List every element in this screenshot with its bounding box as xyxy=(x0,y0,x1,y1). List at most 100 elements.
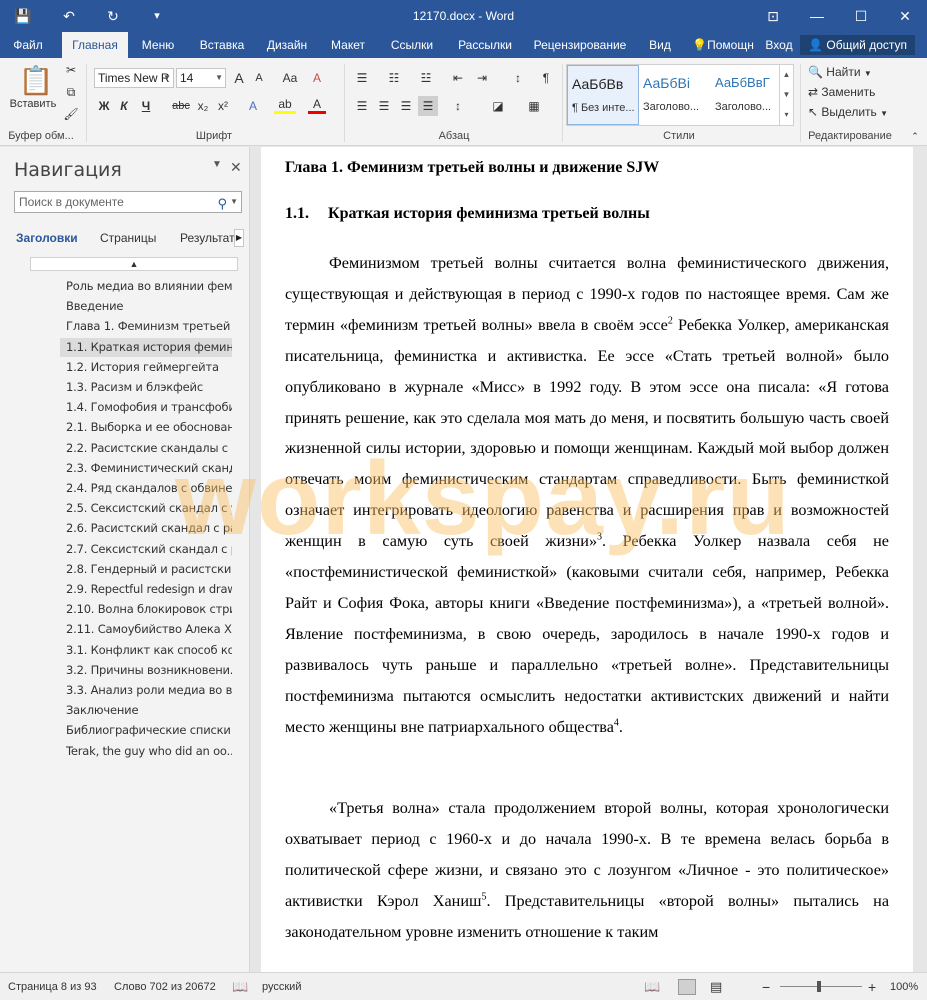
nav-heading-item[interactable]: Глава 1. Феминизм третьей в... xyxy=(60,317,232,336)
nav-tab-headings[interactable]: Заголовки xyxy=(16,231,78,245)
clipboard-icon[interactable]: 📋 xyxy=(18,64,54,98)
document-page[interactable]: Глава 1. Феминизм третьей волны и движен… xyxy=(261,147,913,972)
copy-icon[interactable]: ⧉ xyxy=(62,82,80,102)
font-name-combo[interactable]: Times New R ▼ xyxy=(94,68,174,88)
clear-formatting-button[interactable]: A xyxy=(308,68,326,88)
zoom-out-button[interactable]: − xyxy=(762,973,770,1000)
zoom-slider-thumb[interactable] xyxy=(817,981,821,992)
find-button[interactable]: 🔍 Найти ▼ xyxy=(808,62,888,82)
nav-heading-item[interactable]: 3.2. Причины возникновени... xyxy=(60,661,232,680)
tab-design[interactable]: Дизайн xyxy=(260,32,314,58)
nav-heading-item[interactable]: 2.2. Расистские скандалы с р... xyxy=(60,439,232,458)
paste-button[interactable]: Вставить xyxy=(6,94,60,114)
language-indicator[interactable]: русский xyxy=(262,973,301,1000)
nav-heading-item[interactable]: 2.5. Сексистский скандал с у... xyxy=(60,499,232,518)
tab-home[interactable]: Главная xyxy=(62,32,128,58)
close-icon[interactable]: ✕ xyxy=(883,0,927,32)
nav-heading-item[interactable]: 1.3. Расизм и блэкфейс xyxy=(60,378,232,397)
align-left-button[interactable]: ☰ xyxy=(352,96,372,116)
style-normal[interactable]: АаБбВв ¶ Без инте... xyxy=(567,65,639,125)
align-center-button[interactable]: ☰ xyxy=(374,96,394,116)
tab-view[interactable]: Вид xyxy=(640,32,680,58)
nav-heading-item[interactable]: Заключение xyxy=(60,701,232,720)
close-icon[interactable]: ✕ xyxy=(230,159,242,176)
bold-button[interactable]: Ж xyxy=(96,96,112,116)
nav-heading-item[interactable]: 1.1. Краткая история феминь... xyxy=(60,337,232,357)
nav-heading-item[interactable]: Введение xyxy=(60,297,232,316)
maximize-icon[interactable]: ☐ xyxy=(839,0,883,32)
underline-button[interactable]: Ч xyxy=(138,96,154,116)
search-icon[interactable]: ⚲ xyxy=(217,194,227,214)
page-count[interactable]: Страница 8 из 93 xyxy=(8,973,97,1000)
nav-heading-item[interactable]: 3.3. Анализ роли медиа во в... xyxy=(60,681,232,700)
zoom-in-button[interactable]: + xyxy=(868,973,876,1000)
tab-layout[interactable]: Макет xyxy=(324,32,372,58)
tab-mailings[interactable]: Рассылки xyxy=(450,32,520,58)
ribbon-display-options-icon[interactable]: ⊡ xyxy=(751,0,795,32)
style-heading-2[interactable]: АаБбВвГ Заголово... xyxy=(711,65,783,125)
styles-scroll[interactable]: ▲ ▼ ▾ xyxy=(779,65,793,125)
chevron-down-icon[interactable]: ▼ xyxy=(780,85,793,105)
minimize-icon[interactable]: — xyxy=(795,0,839,32)
numbering-button[interactable]: ☷ xyxy=(384,68,404,88)
nav-heading-item[interactable]: 2.9. Repectful redesign и draw... xyxy=(60,580,232,599)
nav-heading-item[interactable]: Библиографические списки xyxy=(60,721,232,740)
zoom-slider[interactable] xyxy=(780,986,862,987)
strikethrough-button[interactable]: abc xyxy=(170,96,192,116)
bullets-button[interactable]: ☰ xyxy=(352,68,372,88)
nav-heading-item[interactable]: 2.3. Феминистический сканд... xyxy=(60,459,232,478)
more-icon[interactable]: ▾ xyxy=(780,105,793,125)
line-spacing-button[interactable]: ↕ xyxy=(448,96,468,116)
nav-heading-item[interactable]: 2.1. Выборка и ее обосновани... xyxy=(60,418,232,437)
borders-button[interactable]: ▦ xyxy=(524,96,544,116)
shading-button[interactable]: ◪ xyxy=(488,96,508,116)
nav-heading-item[interactable]: Роль медиа во влиянии фем... xyxy=(60,277,232,296)
nav-tab-results[interactable]: Результате xyxy=(180,231,234,245)
shrink-font-button[interactable]: A xyxy=(250,68,268,88)
nav-heading-item[interactable]: Terak, the guy who did an oo... xyxy=(60,742,232,761)
read-mode-icon[interactable]: 📖 xyxy=(644,973,660,1000)
share-button[interactable]: 👤 Общий доступ xyxy=(800,35,915,55)
multilevel-list-button[interactable]: ☳ xyxy=(416,68,436,88)
nav-heading-item[interactable]: 2.8. Гендерный и расистский... xyxy=(60,560,232,579)
collapse-headings-button[interactable]: ▲ xyxy=(30,257,238,271)
show-marks-button[interactable]: ¶ xyxy=(536,68,556,88)
tab-review[interactable]: Рецензирование xyxy=(528,32,632,58)
web-layout-icon[interactable]: ▤ xyxy=(710,973,722,1000)
decrease-indent-button[interactable]: ⇤ xyxy=(448,68,468,88)
tab-insert[interactable]: Вставка xyxy=(192,32,252,58)
subscript-button[interactable]: x₂ xyxy=(194,96,212,116)
nav-heading-item[interactable]: 1.2. История геймергейта xyxy=(60,358,232,377)
chevron-right-icon[interactable]: ▶ xyxy=(234,229,244,247)
nav-heading-item[interactable]: 1.4. Гомофобия и трансфобия xyxy=(60,398,232,417)
font-size-combo[interactable]: 14 ▼ xyxy=(176,68,226,88)
nav-tab-pages[interactable]: Страницы xyxy=(100,231,156,245)
format-painter-icon[interactable]: 🖌 xyxy=(62,104,80,124)
select-button[interactable]: ↖ Выделить ▼ xyxy=(808,102,898,122)
grow-font-button[interactable]: A xyxy=(230,68,248,88)
word-count[interactable]: Слово 702 из 20672 xyxy=(114,973,216,1000)
nav-heading-item[interactable]: 2.10. Волна блокировок стри... xyxy=(60,600,232,619)
nav-search-input[interactable]: Поиск в документе ⚲ ▼ xyxy=(14,191,242,213)
tell-me-box[interactable]: 💡Помощн xyxy=(688,32,758,58)
font-color-button[interactable]: A xyxy=(308,96,326,114)
nav-heading-item[interactable]: 2.11. Самоубийство Алека Х... xyxy=(60,620,232,639)
nav-heading-item[interactable]: 3.1. Конфликт как способ ко... xyxy=(60,641,232,660)
italic-button[interactable]: К xyxy=(116,96,132,116)
chevron-down-icon[interactable]: ▼ xyxy=(230,192,238,212)
highlight-button[interactable]: ab xyxy=(274,96,296,114)
tab-references[interactable]: Ссылки xyxy=(382,32,442,58)
change-case-button[interactable]: Aa xyxy=(278,68,302,88)
sort-button[interactable]: ↕ xyxy=(508,68,528,88)
increase-indent-button[interactable]: ⇥ xyxy=(472,68,492,88)
print-layout-icon[interactable] xyxy=(678,979,696,995)
replace-button[interactable]: ⇄ Заменить xyxy=(808,82,888,102)
collapse-ribbon-icon[interactable]: ⌃ xyxy=(908,126,922,146)
justify-button[interactable]: ☰ xyxy=(418,96,438,116)
align-right-button[interactable]: ☰ xyxy=(396,96,416,116)
chevron-up-icon[interactable]: ▲ xyxy=(780,65,793,85)
superscript-button[interactable]: x² xyxy=(214,96,232,116)
style-heading-1[interactable]: АаБбВі Заголово... xyxy=(639,65,711,125)
text-effects-button[interactable]: A xyxy=(244,96,262,116)
sign-in-link[interactable]: Вход xyxy=(762,32,796,58)
